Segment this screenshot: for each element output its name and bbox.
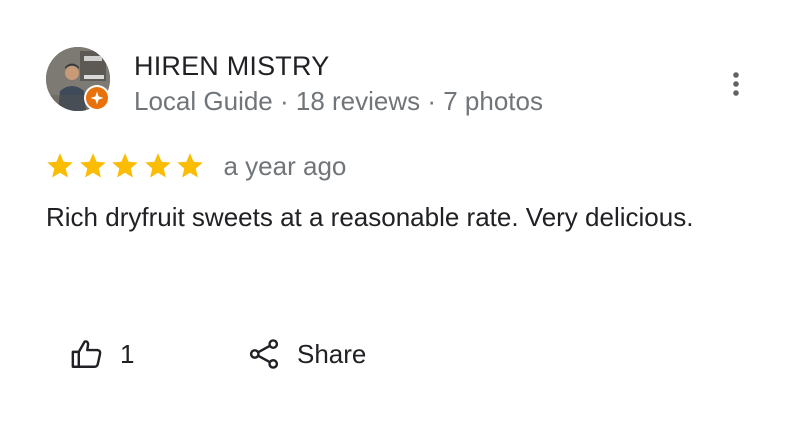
star-icon	[112, 153, 138, 178]
reviewer-name[interactable]: HIREN MISTRY	[134, 50, 329, 82]
like-button[interactable]: 1	[70, 332, 134, 376]
local-guide-badge	[84, 85, 110, 111]
share-icon	[249, 339, 279, 369]
review-text: Rich dryfruit sweets at a reasonable rat…	[46, 202, 694, 232]
review-card: HIREN MISTRY Local Guide · 18 reviews · …	[0, 0, 800, 422]
star-icon	[177, 153, 203, 178]
star-icon	[144, 153, 171, 178]
rating-row: a year ago	[45, 148, 346, 184]
star-icon	[47, 153, 73, 178]
thumb-up-icon	[71, 340, 102, 368]
review-time: a year ago	[223, 151, 347, 181]
star-rating	[45, 151, 208, 181]
like-count: 1	[120, 339, 135, 369]
more-options-button[interactable]	[718, 64, 754, 104]
share-button[interactable]: Share	[247, 332, 366, 376]
star-icon	[79, 153, 106, 178]
more-vert-icon	[733, 72, 739, 96]
share-label: Share	[297, 339, 367, 369]
reviewer-avatar-wrap[interactable]	[46, 47, 110, 111]
reviewer-meta: Local Guide · 18 reviews · 7 photos	[134, 86, 543, 116]
local-guide-star-icon	[86, 87, 108, 109]
